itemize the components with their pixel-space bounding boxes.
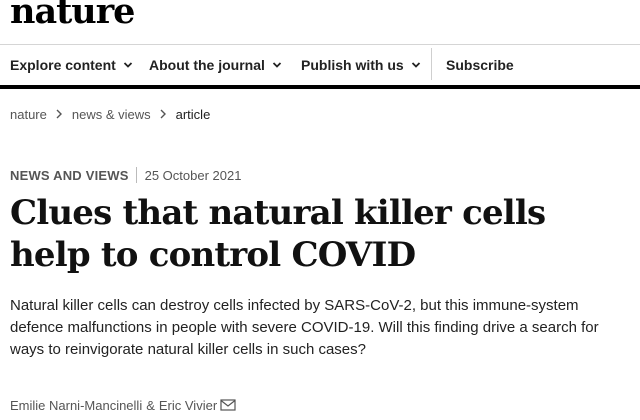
nav-divider xyxy=(431,48,432,80)
author-name[interactable]: Emilie Narni-Mancinelli xyxy=(10,398,142,413)
chevron-down-icon xyxy=(411,62,420,68)
author-list: Emilie Narni-Mancinelli & Eric Vivier xyxy=(10,396,236,414)
mail-icon[interactable] xyxy=(220,399,236,411)
article-title: Clues that natural killer cells help to … xyxy=(10,193,546,275)
nav-publish-with-us[interactable]: Publish with us xyxy=(301,45,421,85)
nav-explore-content-label: Explore content xyxy=(10,57,116,73)
chevron-down-icon xyxy=(123,62,132,68)
breadcrumb: nature news & views article xyxy=(10,104,210,124)
chevron-down-icon xyxy=(272,62,282,68)
main-nav: Explore content About the journal Publis… xyxy=(0,44,640,89)
author-separator: & xyxy=(146,397,155,413)
nav-subscribe-label: Subscribe xyxy=(446,57,514,73)
breadcrumb-item-news-views[interactable]: news & views xyxy=(72,107,151,122)
breadcrumb-item-article: article xyxy=(175,106,211,122)
article-date: 25 October 2021 xyxy=(144,167,242,183)
nav-explore-content[interactable]: Explore content xyxy=(10,45,133,85)
article-meta: NEWS AND VIEWS 25 October 2021 xyxy=(10,166,241,184)
chevron-right-icon xyxy=(160,109,166,119)
chevron-right-icon xyxy=(56,109,62,119)
nav-publish-with-us-label: Publish with us xyxy=(301,57,404,73)
nav-subscribe[interactable]: Subscribe xyxy=(446,45,514,85)
breadcrumb-item-nature[interactable]: nature xyxy=(10,107,47,122)
nav-about-the-journal-label: About the journal xyxy=(149,57,265,73)
article-standfirst: Natural killer cells can destroy cells i… xyxy=(10,297,599,358)
nav-about-the-journal[interactable]: About the journal xyxy=(149,45,282,85)
nature-logo[interactable]: nature xyxy=(10,0,135,32)
author-name[interactable]: Eric Vivier xyxy=(159,398,217,413)
meta-divider xyxy=(135,167,137,183)
article-page: nature Explore content About the journal… xyxy=(0,0,640,420)
article-type: NEWS AND VIEWS xyxy=(10,167,129,183)
